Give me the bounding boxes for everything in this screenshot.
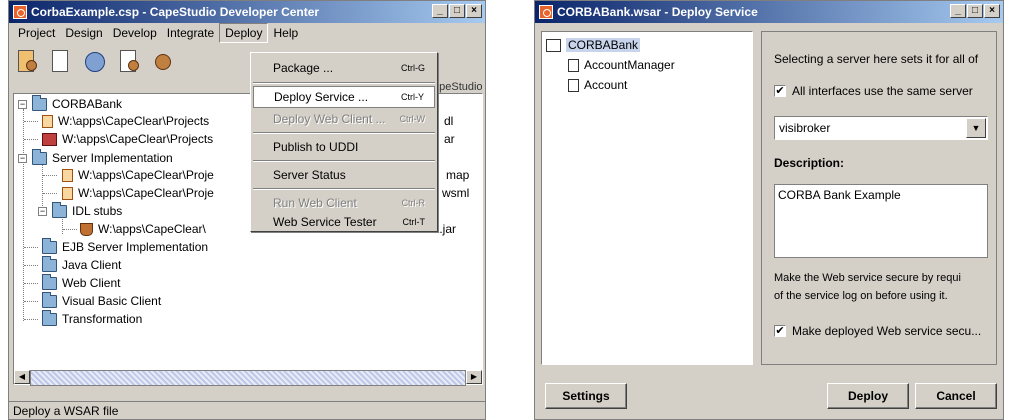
tree-node-jar-file[interactable]: W:\apps\CapeClear\ (80, 220, 206, 238)
file-icon (42, 114, 53, 128)
menu-integrate[interactable]: Integrate (162, 24, 219, 42)
folder-icon (32, 94, 47, 111)
folder-icon (42, 237, 57, 254)
archive-icon (42, 132, 57, 146)
description-label: Description: (774, 156, 845, 170)
menu-project[interactable]: Project (13, 24, 60, 42)
new-document-icon[interactable] (15, 48, 39, 76)
service-tree: CORBABank AccountManager Account (541, 31, 753, 365)
map-icon (62, 168, 73, 182)
server-panel: Selecting a server here sets it for all … (761, 31, 997, 365)
title-bar: CorbaExample.csp - CapeStudio Developer … (9, 1, 485, 23)
deploy-service-dialog: CORBABank.wsar - Deploy Service _ □ × CO… (534, 0, 1004, 420)
menu-item-server-status[interactable]: Server Status (253, 164, 435, 186)
capestudio-logo: apeStudio (433, 81, 483, 93)
minimize-button[interactable]: _ (432, 4, 448, 18)
folder-icon (32, 148, 47, 165)
tree-node-java-client[interactable]: Java Client (42, 255, 121, 274)
menu-help[interactable]: Help (268, 24, 303, 42)
tree-node-archive-tail: ar (444, 132, 455, 146)
settings-button[interactable]: Settings (545, 383, 627, 409)
file-icon (568, 78, 579, 92)
menu-item-publish-uddi[interactable]: Publish to UDDI (253, 136, 435, 158)
maximize-button[interactable]: □ (967, 4, 983, 18)
document-gear-icon[interactable] (117, 48, 141, 76)
tree-node-archive[interactable]: W:\apps\CapeClear\Projects (42, 130, 213, 148)
coffee-icon (80, 222, 93, 236)
menu-item-web-service-tester[interactable]: Web Service Tester Ctrl-T (253, 211, 435, 233)
cancel-button[interactable]: Cancel (915, 383, 997, 409)
horizontal-scrollbar[interactable] (30, 370, 466, 386)
checkbox-checked-icon[interactable]: ✔ (774, 85, 786, 97)
description-textarea[interactable]: CORBA Bank Example (774, 184, 988, 258)
tree-node-server-implementation[interactable]: − Server Implementation (18, 148, 173, 167)
tree-node-map-tail: map (446, 168, 470, 182)
close-button[interactable]: × (466, 4, 482, 18)
menu-bar: Project Design Develop Integrate Deploy … (9, 23, 485, 43)
tree-node-account-manager[interactable]: AccountManager (568, 56, 675, 74)
tree-node-corbabank[interactable]: CORBABank (546, 36, 641, 54)
tree-node-map-file[interactable]: W:\apps\CapeClear\Proje (62, 166, 214, 184)
menu-design[interactable]: Design (60, 24, 107, 42)
file-icon (568, 58, 579, 72)
document-icon[interactable] (49, 48, 73, 76)
folder-icon (42, 255, 57, 272)
tree-node-file-tail: dl (444, 114, 454, 128)
window-title: CorbaExample.csp - CapeStudio Developer … (31, 5, 320, 19)
folder-icon (42, 273, 57, 290)
checkbox-checked-icon[interactable]: ✔ (774, 325, 786, 337)
status-bar: Deploy a WSAR file (9, 401, 485, 419)
tree-node-web-client[interactable]: Web Client (42, 273, 120, 292)
server-select[interactable]: visibroker ▼ (774, 116, 988, 140)
menu-item-deploy-web-client[interactable]: Deploy Web Client ... Ctrl-W (253, 108, 435, 130)
minimize-button[interactable]: _ (950, 4, 966, 18)
server-hint: Selecting a server here sets it for all … (774, 52, 979, 66)
folder-open-icon (546, 38, 561, 52)
folder-icon (42, 309, 57, 326)
developer-center-window: CorbaExample.csp - CapeStudio Developer … (8, 0, 486, 420)
collapse-icon[interactable]: − (18, 99, 27, 109)
secure-hint-1: Make the Web service secure by requi (774, 272, 961, 284)
wsml-icon (62, 186, 73, 200)
scroll-right-icon[interactable]: ▶ (466, 370, 482, 384)
secure-hint-2: of the service log on before using it. (774, 290, 948, 302)
tree-node-account[interactable]: Account (568, 76, 627, 94)
all-interfaces-checkbox[interactable]: ✔ All interfaces use the same server (774, 82, 973, 100)
app-icon (539, 5, 553, 19)
tree-node-idl-stubs[interactable]: − IDL stubs (38, 201, 122, 220)
tree-node-vb-client[interactable]: Visual Basic Client (42, 291, 161, 310)
deploy-button[interactable]: Deploy (827, 383, 909, 409)
secure-checkbox[interactable]: ✔ Make deployed Web service secu... (774, 322, 981, 340)
dropdown-arrow-icon[interactable]: ▼ (966, 118, 986, 138)
collapse-icon[interactable]: − (18, 153, 27, 163)
close-button[interactable]: × (984, 4, 1000, 18)
collapse-icon[interactable]: − (38, 206, 47, 216)
menu-develop[interactable]: Develop (108, 24, 162, 42)
menu-deploy[interactable]: Deploy (219, 23, 269, 43)
menu-item-package[interactable]: Package ... Ctrl-G (253, 57, 435, 79)
tree-node-ejb[interactable]: EJB Server Implementation (42, 237, 208, 256)
tree-node-corbabank[interactable]: − CORBABank (18, 94, 122, 113)
tree-node-wsml-file[interactable]: W:\apps\CapeClear\Proje (62, 184, 214, 202)
title-bar: CORBABank.wsar - Deploy Service _ □ × (535, 1, 1003, 23)
scroll-left-icon[interactable]: ◀ (14, 370, 30, 384)
package-icon[interactable] (151, 48, 175, 76)
maximize-button[interactable]: □ (449, 4, 465, 18)
globe-icon[interactable] (83, 48, 107, 76)
folder-icon (42, 291, 57, 308)
tree-node-file[interactable]: W:\apps\CapeClear\Projects (42, 112, 209, 130)
tree-node-wsml-tail: wsml (442, 186, 470, 200)
deploy-menu: Package ... Ctrl-G Deploy Service ... Ctrl… (250, 52, 438, 232)
window-title: CORBABank.wsar - Deploy Service (557, 5, 758, 19)
menu-item-deploy-service[interactable]: Deploy Service ... Ctrl-Y (253, 86, 435, 108)
tree-node-transformation[interactable]: Transformation (42, 309, 142, 328)
folder-icon (52, 201, 67, 218)
app-icon (13, 5, 27, 19)
